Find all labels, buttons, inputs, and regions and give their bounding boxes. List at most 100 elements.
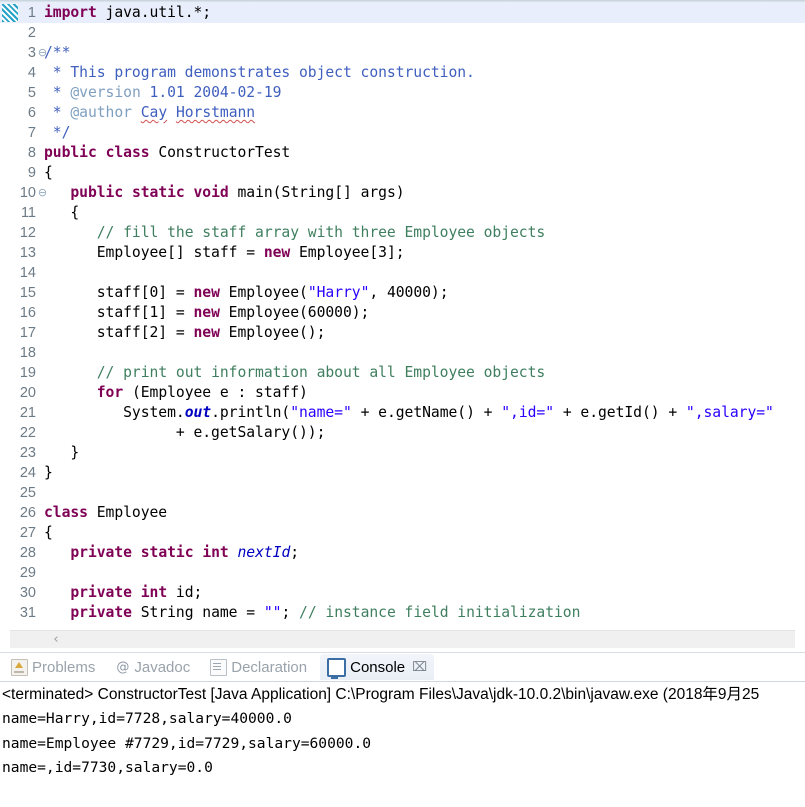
code-line-text[interactable]: // print out information about all Emplo…: [44, 363, 545, 383]
code-line-text[interactable]: staff[1] = new Employee(60000);: [44, 303, 370, 323]
code-line[interactable]: 16 staff[1] = new Employee(60000);: [0, 303, 805, 323]
bottom-view-panel: Problems @ Javadoc Declaration Console ⌧ <ter…: [0, 653, 805, 807]
code-line[interactable]: 20 for (Employee e : staff): [0, 383, 805, 403]
console-view[interactable]: <terminated> ConstructorTest [Java Appli…: [0, 681, 805, 807]
code-line-text[interactable]: Employee[] staff = new Employee[3];: [44, 243, 405, 263]
line-number: 4: [27, 65, 36, 81]
code-line[interactable]: 15 staff[0] = new Employee("Harry", 4000…: [0, 283, 805, 303]
code-line[interactable]: 24}: [0, 463, 805, 483]
line-number: 9: [27, 165, 36, 181]
code-line-text[interactable]: + e.getSalary());: [44, 423, 326, 443]
code-line-text[interactable]: * This program demonstrates object const…: [44, 63, 475, 83]
code-line[interactable]: 17 staff[2] = new Employee();: [0, 323, 805, 343]
code-line-text[interactable]: {: [44, 163, 53, 183]
line-number: 25: [19, 485, 36, 501]
code-line-text[interactable]: private int id;: [44, 583, 202, 603]
line-number: 28: [19, 545, 36, 561]
code-line[interactable]: 10 ⊖ public static void main(String[] arg…: [0, 183, 805, 203]
code-line-text[interactable]: staff[0] = new Employee("Harry", 40000);: [44, 283, 449, 303]
code-line[interactable]: 1 import java.util.*;: [0, 3, 805, 23]
code-line-text[interactable]: * @version 1.01 2004-02-19: [44, 83, 282, 103]
code-line[interactable]: 9{: [0, 163, 805, 183]
tab-label: Problems: [32, 658, 96, 676]
tab-declaration[interactable]: Declaration: [203, 654, 314, 680]
code-line[interactable]: 30 private int id;: [0, 583, 805, 603]
code-line[interactable]: 23 }: [0, 443, 805, 463]
code-line[interactable]: 11 {: [0, 203, 805, 223]
editor-code-viewport[interactable]: 1 import java.util.*; 2 3 ⊖/** 4 * This progr…: [0, 3, 805, 630]
line-number: 15: [19, 285, 36, 301]
code-line[interactable]: 2: [0, 23, 805, 43]
line-number: 31: [19, 605, 36, 621]
editor-horizontal-scrollbar[interactable]: ‹: [10, 630, 795, 649]
code-lines-container[interactable]: 1 import java.util.*; 2 3 ⊖/** 4 * This progr…: [0, 3, 805, 623]
code-line-text[interactable]: staff[2] = new Employee();: [44, 323, 326, 343]
code-line[interactable]: 22 + e.getSalary());: [0, 423, 805, 443]
javadoc-icon: @: [116, 659, 130, 675]
tab-javadoc[interactable]: @ Javadoc: [108, 654, 197, 680]
code-line[interactable]: 12 // fill the staff array with three Em…: [0, 223, 805, 243]
code-line[interactable]: 29: [0, 563, 805, 583]
code-line[interactable]: 13 Employee[] staff = new Employee[3];: [0, 243, 805, 263]
code-line[interactable]: 14: [0, 263, 805, 283]
code-line-text[interactable]: for (Employee e : staff): [44, 383, 308, 403]
code-line[interactable]: 3 ⊖/**: [0, 43, 805, 63]
code-line[interactable]: 5 * @version 1.01 2004-02-19: [0, 83, 805, 103]
code-line-text[interactable]: {: [44, 203, 79, 223]
tab-label: Console: [350, 658, 406, 676]
line-number: 7: [27, 125, 36, 141]
tab-problems[interactable]: Problems: [4, 654, 102, 680]
line-number: 19: [19, 365, 36, 381]
code-line[interactable]: 18: [0, 343, 805, 363]
code-line-text[interactable]: /**: [44, 43, 70, 63]
code-line[interactable]: 7 */: [0, 123, 805, 143]
code-line-text[interactable]: {: [44, 523, 53, 543]
code-line-text[interactable]: // fill the staff array with three Emplo…: [44, 223, 545, 243]
line-number: 22: [19, 425, 36, 441]
console-output-text: name=Harry,id=7728,salary=40000.0 name=E…: [2, 710, 372, 776]
code-line[interactable]: 25: [0, 483, 805, 503]
view-tab-bar[interactable]: Problems @ Javadoc Declaration Console ⌧: [0, 653, 805, 681]
line-number: 11: [20, 205, 36, 221]
code-line-text[interactable]: import java.util.*;: [44, 3, 211, 23]
problems-icon: [11, 658, 28, 676]
line-number: 26: [19, 505, 36, 521]
code-line[interactable]: 19 // print out information about all Em…: [0, 363, 805, 383]
code-line-text[interactable]: */: [44, 123, 71, 143]
line-number: 2: [27, 25, 36, 41]
java-editor[interactable]: 1 import java.util.*; 2 3 ⊖/** 4 * This progr…: [0, 0, 805, 653]
code-line-text[interactable]: }: [44, 443, 79, 463]
code-line[interactable]: 31 private String name = ""; // instance…: [0, 603, 805, 623]
code-line-text[interactable]: private static int nextId;: [44, 543, 299, 563]
code-line-text[interactable]: public static void main(String[] args): [44, 183, 404, 203]
code-line-text[interactable]: private String name = ""; // instance fi…: [44, 603, 580, 623]
scroll-left-arrow-icon[interactable]: ‹: [46, 631, 66, 649]
line-number: 24: [19, 465, 36, 481]
code-line[interactable]: 21 System.out.println("name=" + e.getNam…: [0, 403, 805, 423]
code-line[interactable]: 4 * This program demonstrates object con…: [0, 63, 805, 83]
tab-label: Declaration: [231, 658, 308, 676]
line-number: 21: [19, 405, 36, 421]
line-number: 6: [27, 105, 36, 121]
line-number: 29: [19, 565, 36, 581]
code-line[interactable]: 26 class Employee: [0, 503, 805, 523]
code-line[interactable]: 8 public class ConstructorTest: [0, 143, 805, 163]
console-icon: [327, 657, 347, 679]
code-line-text[interactable]: class Employee: [44, 503, 167, 523]
line-number: 20: [19, 385, 36, 401]
code-line-text[interactable]: * @author Cay Horstmann: [44, 103, 255, 123]
code-line-text[interactable]: }: [44, 463, 53, 483]
line-number: 5: [27, 85, 36, 101]
code-line[interactable]: 6 * @author Cay Horstmann: [0, 103, 805, 123]
tab-console[interactable]: Console ⌧: [320, 654, 435, 680]
tab-label: Javadoc: [134, 658, 191, 676]
line-number: 23: [19, 445, 36, 461]
code-line-text[interactable]: public class ConstructorTest: [44, 143, 290, 163]
code-line-text[interactable]: System.out.println("name=" + e.getName()…: [44, 403, 774, 423]
code-line[interactable]: 28 private static int nextId;: [0, 543, 805, 563]
line-number: 30: [19, 585, 36, 601]
line-number: 3: [27, 45, 36, 61]
console-launch-header: <terminated> ConstructorTest [Java Appli…: [2, 686, 760, 703]
code-line[interactable]: 27 {: [0, 523, 805, 543]
close-icon[interactable]: ⌧: [412, 661, 427, 674]
